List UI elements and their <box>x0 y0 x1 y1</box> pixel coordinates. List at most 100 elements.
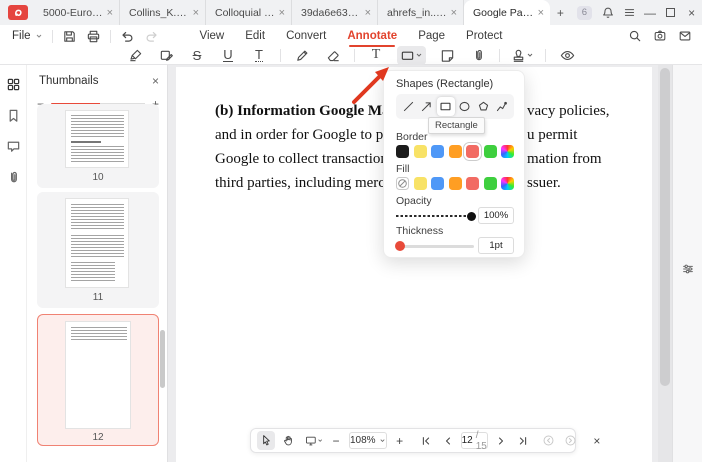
search-icon[interactable] <box>628 29 642 43</box>
show-annotations-tool[interactable] <box>557 46 577 65</box>
sticky-note-tool[interactable] <box>437 46 457 65</box>
properties-panel-icon[interactable] <box>681 75 695 462</box>
menu-view[interactable]: View <box>200 30 225 42</box>
document-scrollbar-thumb[interactable] <box>660 68 670 386</box>
strikethrough-tool[interactable]: S <box>187 46 207 65</box>
thumbnail-card-12-selected[interactable]: 12 <box>37 314 159 446</box>
page-number-input[interactable]: 12 / 15 <box>461 432 488 449</box>
snapshot-icon[interactable] <box>653 29 667 43</box>
thickness-slider-track[interactable] <box>396 245 474 248</box>
attachment-tool[interactable] <box>468 46 488 65</box>
pencil-tool[interactable] <box>292 46 312 65</box>
page-thumbnail[interactable] <box>65 321 131 429</box>
new-tab-button[interactable]: + <box>550 0 571 25</box>
opacity-slider-track[interactable] <box>396 215 474 217</box>
attachments-panel-icon[interactable] <box>6 170 21 185</box>
shape-rectangle-icon[interactable] <box>437 97 455 116</box>
zoom-level-dropdown[interactable]: 108% <box>349 432 387 449</box>
menu-annotate[interactable]: Annotate <box>347 30 397 42</box>
text-comment-tool[interactable]: T <box>366 46 386 65</box>
document-tab[interactable]: 5000-Euro...tuguese *× <box>34 0 120 25</box>
tab-close-icon[interactable]: × <box>451 7 457 19</box>
tab-close-icon[interactable]: × <box>193 7 199 19</box>
shape-oval-icon[interactable] <box>455 97 473 116</box>
thickness-value-box[interactable]: 1pt <box>478 237 514 254</box>
border-color-swatch-selected[interactable] <box>466 145 479 158</box>
panel-scrollbar[interactable] <box>160 330 165 388</box>
shape-arrow-icon[interactable] <box>418 97 436 116</box>
document-tab[interactable]: 39da6e63-...8f36aa7ad× <box>292 0 378 25</box>
stamp-tool[interactable] <box>511 46 534 65</box>
hand-pan-tool[interactable] <box>279 431 297 450</box>
menu-page[interactable]: Page <box>418 30 445 42</box>
shapes-popup: Shapes (Rectangle) Rectangle Border Fill… <box>383 70 525 258</box>
view-back-button[interactable] <box>540 431 558 450</box>
zoom-in-button[interactable]: + <box>391 431 409 450</box>
feedback-icon[interactable] <box>678 29 692 43</box>
fill-color-picker-swatch[interactable] <box>501 177 514 190</box>
highlight-tool[interactable] <box>125 46 145 65</box>
eraser-tool[interactable] <box>323 46 343 65</box>
menu-protect[interactable]: Protect <box>466 30 502 42</box>
zoom-out-button[interactable]: − <box>327 431 345 450</box>
thumbnail-card-10[interactable]: 10 <box>37 104 159 188</box>
border-color-picker-swatch[interactable] <box>501 145 514 158</box>
main-menu-icon[interactable] <box>619 0 640 25</box>
comments-panel-icon[interactable] <box>6 139 21 154</box>
tab-close-icon[interactable]: × <box>365 7 371 19</box>
border-color-swatch[interactable] <box>396 145 409 158</box>
maximize-button[interactable] <box>660 0 681 25</box>
document-tab-active[interactable]: Google Pay... Service *× <box>464 0 550 25</box>
squiggly-underline-tool[interactable]: T <box>249 46 269 65</box>
document-tab[interactable]: Collins_K...d_phrases× <box>120 0 206 25</box>
select-cursor-tool[interactable] <box>257 431 275 450</box>
thumbnail-card-11[interactable]: 11 <box>37 192 159 308</box>
view-forward-button[interactable] <box>562 431 580 450</box>
fill-color-swatch[interactable] <box>466 177 479 190</box>
fill-color-swatch[interactable] <box>431 177 444 190</box>
underline-tool[interactable]: U <box>218 46 238 65</box>
shape-polygon-icon[interactable] <box>474 97 492 116</box>
first-page-button[interactable] <box>417 431 435 450</box>
tab-close-icon[interactable]: × <box>279 7 285 19</box>
menu-edit[interactable]: Edit <box>245 30 265 42</box>
bookmarks-panel-icon[interactable] <box>6 108 21 123</box>
opacity-slider[interactable] <box>396 209 474 223</box>
tab-close-icon[interactable]: × <box>538 7 544 19</box>
area-highlight-tool[interactable] <box>156 46 176 65</box>
page-thumbnail[interactable] <box>65 110 129 168</box>
last-page-button[interactable] <box>514 431 532 450</box>
border-color-swatch[interactable] <box>449 145 462 158</box>
minimize-button[interactable]: — <box>640 0 661 25</box>
close-panel-icon[interactable]: × <box>152 74 159 88</box>
menu-convert[interactable]: Convert <box>286 30 326 42</box>
document-tab[interactable]: ahrefs_in..._20250825× <box>378 0 464 25</box>
previous-page-button[interactable] <box>439 431 457 450</box>
close-window-button[interactable]: × <box>681 0 702 25</box>
tab-close-icon[interactable]: × <box>107 7 113 19</box>
next-page-button[interactable] <box>492 431 510 450</box>
bell-icon[interactable] <box>598 0 619 25</box>
shape-polyline-icon[interactable] <box>493 97 511 116</box>
border-color-swatch[interactable] <box>484 145 497 158</box>
fill-color-swatch[interactable] <box>484 177 497 190</box>
border-color-swatch[interactable] <box>431 145 444 158</box>
opacity-value-box[interactable]: 100% <box>478 207 514 224</box>
page-view-mode-button[interactable] <box>305 431 323 450</box>
close-bar-button[interactable]: × <box>588 431 606 450</box>
view-control-bar: − 108% + 12 / 15 × <box>250 428 576 453</box>
fill-color-swatch[interactable] <box>449 177 462 190</box>
opacity-slider-knob[interactable] <box>467 212 476 221</box>
shape-line-icon[interactable] <box>399 97 417 116</box>
notification-count-badge[interactable]: 6 <box>577 6 592 20</box>
border-color-swatch[interactable] <box>414 145 427 158</box>
thickness-slider[interactable] <box>396 239 474 253</box>
divider <box>280 49 281 62</box>
document-tab[interactable]: Colloquial Russian 2× <box>206 0 292 25</box>
shape-tool-button[interactable] <box>397 46 426 65</box>
fill-none-swatch-selected[interactable] <box>396 177 409 190</box>
page-thumbnail[interactable] <box>65 198 129 288</box>
thumbnails-panel-icon[interactable] <box>6 77 21 92</box>
fill-color-swatch[interactable] <box>414 177 427 190</box>
thickness-slider-knob[interactable] <box>395 241 405 251</box>
